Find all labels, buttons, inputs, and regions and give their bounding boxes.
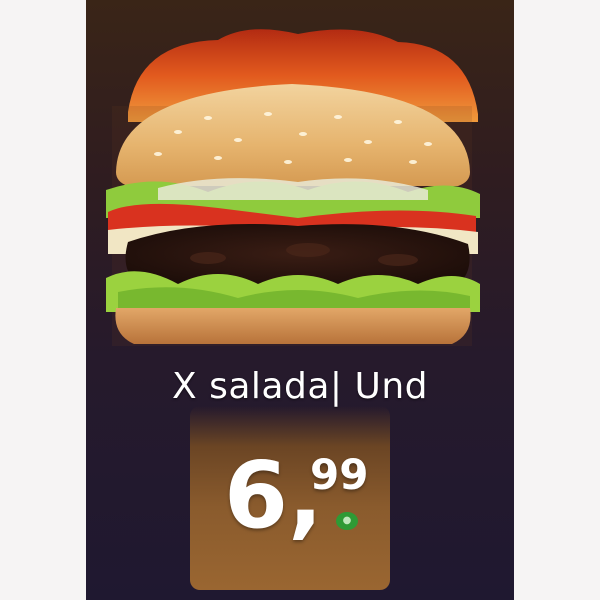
currency-badge-icon: ● <box>336 512 358 530</box>
price-decimal: 99 <box>310 450 369 499</box>
price-tag: 6, 99 ● <box>190 406 390 590</box>
left-margin <box>0 0 86 600</box>
product-name: X salada| Und <box>172 366 428 407</box>
burger-image <box>106 29 480 346</box>
price-integer: 6, <box>224 442 323 549</box>
product-card[interactable]: X salada| Und 6, 99 ● <box>86 0 514 600</box>
bottom-bun <box>115 308 471 344</box>
right-margin <box>514 0 600 600</box>
